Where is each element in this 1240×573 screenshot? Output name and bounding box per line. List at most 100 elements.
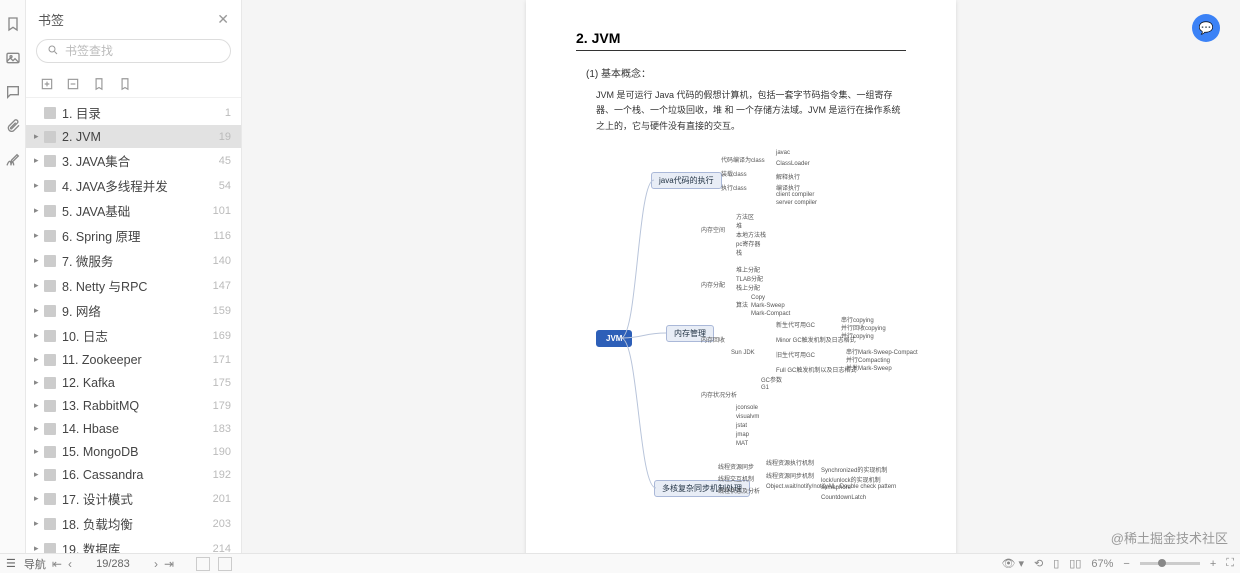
chat-icon[interactable] bbox=[5, 84, 21, 100]
mindmap-node: jstat bbox=[736, 423, 747, 429]
zoom-out-button[interactable]: − bbox=[1123, 558, 1129, 570]
page: 2. JVM (1) 基本概念： JVM 是可运行 Java 代码的假想计算机，… bbox=[526, 0, 956, 553]
mindmap-node: 并行copying bbox=[841, 331, 874, 340]
mindmap-node: 新生代可用GC bbox=[776, 320, 815, 329]
sidebar-title: 书签 bbox=[38, 10, 64, 29]
bookmark-item[interactable]: ▸8. Netty 与RPC147 bbox=[26, 273, 241, 298]
mindmap-node: GC参数 bbox=[761, 375, 782, 384]
mindmap-node: 内存分配 bbox=[701, 280, 725, 289]
close-icon[interactable]: ✕ bbox=[217, 11, 229, 28]
bookmark-sidebar: 书签 ✕ 1. 目录1▸2. JVM19▸3. JAVA集合45▸4. JAVA… bbox=[26, 0, 242, 553]
last-page-button[interactable]: ⇥ bbox=[164, 557, 174, 571]
bookmark-list[interactable]: 1. 目录1▸2. JVM19▸3. JAVA集合45▸4. JAVA多线程并发… bbox=[26, 98, 241, 553]
mindmap-node: lock/unlock的实现机制 bbox=[821, 475, 881, 484]
bookmark-item[interactable]: ▸15. MongoDB190 bbox=[26, 440, 241, 463]
signature-icon[interactable] bbox=[5, 152, 21, 168]
bookmark-icon[interactable] bbox=[5, 16, 21, 32]
mindmap-node: Mark-Sweep bbox=[751, 303, 785, 309]
view-mode-icon[interactable]: 👁 ▾ bbox=[1001, 557, 1024, 570]
facing-page-icon[interactable]: ▯▯ bbox=[1069, 557, 1081, 570]
zoom-slider[interactable] bbox=[1140, 562, 1200, 565]
bookmark-tool-icon[interactable] bbox=[92, 77, 106, 91]
mindmap-node: pc寄存器 bbox=[736, 239, 760, 248]
mindmap-node: G1 bbox=[761, 385, 769, 391]
bookmark-item[interactable]: ▸16. Cassandra192 bbox=[26, 463, 241, 486]
mindmap-node: visualvm bbox=[736, 414, 759, 420]
mindmap-node: 堆 bbox=[736, 221, 742, 230]
prev-page-button[interactable]: ‹ bbox=[68, 557, 72, 571]
left-rail bbox=[0, 0, 26, 553]
bookmark-item[interactable]: ▸19. 数据库214 bbox=[26, 536, 241, 553]
mindmap-node: Sun JDK bbox=[731, 350, 755, 356]
search-input[interactable] bbox=[36, 39, 231, 63]
mindmap-node: jmap bbox=[736, 432, 749, 438]
mindmap-node: 装载class bbox=[721, 169, 747, 178]
mindmap-node: 线程状态及分析 bbox=[718, 486, 760, 495]
bookmark-item[interactable]: ▸5. JAVA基础101 bbox=[26, 198, 241, 223]
bookmark-item[interactable]: ▸12. Kafka175 bbox=[26, 371, 241, 394]
mindmap-node: MAT bbox=[736, 441, 748, 447]
rotate-icon[interactable]: ⟲ bbox=[1034, 557, 1043, 570]
bookmark-item[interactable]: ▸11. Zookeeper171 bbox=[26, 348, 241, 371]
first-page-button[interactable]: ⇤ bbox=[52, 557, 62, 571]
next-page-button[interactable]: › bbox=[154, 557, 158, 571]
mindmap-node: 栈 bbox=[736, 248, 742, 257]
bookmark-item[interactable]: ▸17. 设计模式201 bbox=[26, 486, 241, 511]
bookmark-item[interactable]: ▸13. RabbitMQ179 bbox=[26, 394, 241, 417]
page-subheading: (1) 基本概念： bbox=[586, 65, 906, 80]
bookmark-tool2-icon[interactable] bbox=[118, 77, 132, 91]
mindmap-node: server compiler bbox=[776, 200, 817, 206]
bookmark-item[interactable]: 1. 目录1 bbox=[26, 100, 241, 125]
mindmap-node: 栈上分配 bbox=[736, 283, 760, 292]
float-help-button[interactable]: 💬 bbox=[1192, 14, 1220, 42]
search-field[interactable] bbox=[65, 44, 220, 58]
page-indicator[interactable]: 19/283 bbox=[78, 558, 148, 570]
zoom-level[interactable]: 67% bbox=[1091, 558, 1113, 570]
mindmap-node: 线程交互机制 bbox=[718, 474, 754, 483]
bookmark-item[interactable]: ▸10. 日志169 bbox=[26, 323, 241, 348]
mindmap-node: 线程资源执行机制 bbox=[766, 458, 814, 467]
collapse-all-icon[interactable] bbox=[66, 77, 80, 91]
mindmap-node: TLAB分配 bbox=[736, 274, 763, 283]
bookmark-item[interactable]: ▸3. JAVA集合45 bbox=[26, 148, 241, 173]
document-viewport[interactable]: 2. JVM (1) 基本概念： JVM 是可运行 Java 代码的假想计算机，… bbox=[242, 0, 1240, 553]
mindmap: JVMjava代码的执行内存管理多核复杂同步机制处理代码编译为class装载cl… bbox=[566, 150, 906, 490]
mindmap-node: 堆上分配 bbox=[736, 265, 760, 274]
mindmap-node: client compiler bbox=[776, 192, 814, 198]
list-icon[interactable]: ☰ bbox=[6, 557, 16, 570]
bookmark-item[interactable]: ▸9. 网络159 bbox=[26, 298, 241, 323]
mindmap-node: 算法 bbox=[736, 300, 748, 309]
bookmark-item[interactable]: ▸4. JAVA多线程并发54 bbox=[26, 173, 241, 198]
bookmark-item[interactable]: ▸14. Hbase183 bbox=[26, 417, 241, 440]
mindmap-node: JVM bbox=[596, 330, 632, 347]
attachment-icon[interactable] bbox=[5, 118, 21, 134]
bookmark-item[interactable]: ▸6. Spring 原理116 bbox=[26, 223, 241, 248]
mindmap-node: 代码编译为class bbox=[721, 155, 765, 164]
image-icon[interactable] bbox=[5, 50, 21, 66]
bottom-bar: ☰ 导航 ⇤ ‹ 19/283 › ⇥ 👁 ▾ ⟲ ▯ ▯▯ 67% − + ⛶ bbox=[0, 553, 1240, 573]
mindmap-node: 并发Mark-Sweep bbox=[846, 363, 892, 372]
zoom-in-button[interactable]: + bbox=[1210, 558, 1216, 570]
mindmap-node: 方法区 bbox=[736, 212, 754, 221]
bookmark-item[interactable]: ▸7. 微服务140 bbox=[26, 248, 241, 273]
bookmark-item[interactable]: ▸18. 负载均衡203 bbox=[26, 511, 241, 536]
bookmark-item[interactable]: ▸2. JVM19 bbox=[26, 125, 241, 148]
mindmap-node: 解释执行 bbox=[776, 172, 800, 181]
nav-label: 导航 bbox=[24, 556, 46, 572]
page-body: JVM 是可运行 Java 代码的假想计算机，包括一套字节码指令集、一组寄存器、… bbox=[596, 88, 906, 134]
fullscreen-icon[interactable]: ⛶ bbox=[1226, 557, 1234, 570]
layout-btn-2[interactable] bbox=[218, 557, 232, 571]
mindmap-node: Synchronized的实现机制 bbox=[821, 465, 887, 474]
mindmap-node: Mark-Compact bbox=[751, 311, 790, 317]
expand-all-icon[interactable] bbox=[40, 77, 54, 91]
mindmap-node: 旧生代可用GC bbox=[776, 350, 815, 359]
layout-btn-1[interactable] bbox=[196, 557, 210, 571]
search-icon bbox=[47, 44, 59, 58]
mindmap-node: Copy bbox=[751, 295, 765, 301]
mindmap-node: 执行class bbox=[721, 183, 747, 192]
mindmap-node: 编译执行 bbox=[776, 183, 800, 192]
mindmap-node: 本地方法栈 bbox=[736, 230, 766, 239]
mindmap-node: 内存空间 bbox=[701, 225, 725, 234]
mindmap-node: CountdownLatch bbox=[821, 495, 866, 501]
single-page-icon[interactable]: ▯ bbox=[1053, 557, 1059, 570]
